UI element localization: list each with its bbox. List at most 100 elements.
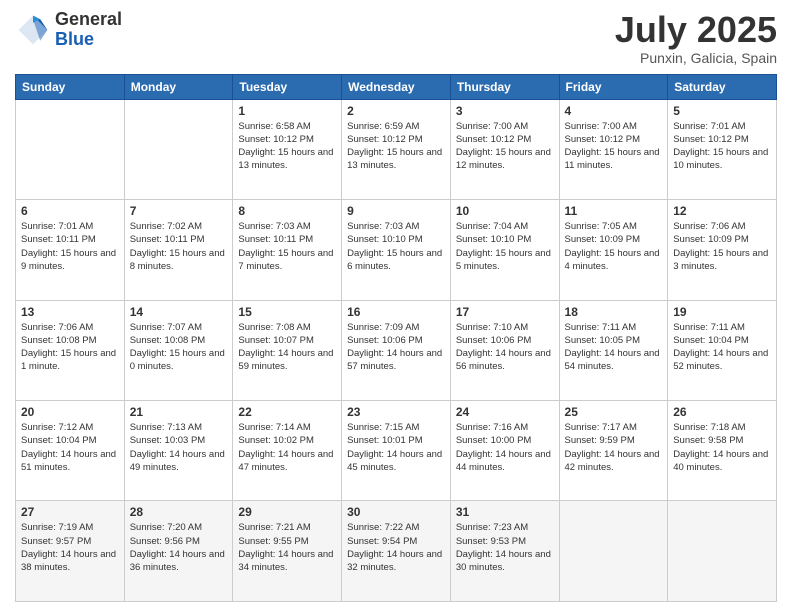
day-cell: 26 Sunrise: 7:18 AM Sunset: 9:58 PM Dayli… [668,401,777,501]
day-number: 18 [565,305,663,319]
day-info: Sunrise: 7:12 AM Sunset: 10:04 PM Daylig… [21,421,119,474]
day-cell: 3 Sunrise: 7:00 AM Sunset: 10:12 PM Dayli… [450,99,559,199]
day-cell: 12 Sunrise: 7:06 AM Sunset: 10:09 PM Dayl… [668,200,777,300]
day-cell: 20 Sunrise: 7:12 AM Sunset: 10:04 PM Dayl… [16,401,125,501]
calendar-body: 1Sunrise: 6:58 AM Sunset: 10:12 PM Dayli… [16,99,777,601]
day-number: 26 [673,405,771,419]
day-number: 13 [21,305,119,319]
day-number: 28 [130,505,228,519]
logo-general: General [55,10,122,30]
day-info: Sunrise: 7:10 AM Sunset: 10:06 PM Daylig… [456,321,554,374]
day-number: 11 [565,204,663,218]
day-number: 6 [21,204,119,218]
week-row-3: 13 Sunrise: 7:06 AM Sunset: 10:08 PM Dayl… [16,300,777,400]
day-number: 8 [238,204,336,218]
day-info: Sunrise: 7:01 AM Sunset: 10:12 PM Daylig… [673,120,771,173]
col-tuesday: Tuesday [233,74,342,99]
title-block: July 2025 Punxin, Galicia, Spain [615,10,777,66]
day-info: Sunrise: 7:17 AM Sunset: 9:59 PM Dayligh… [565,421,663,474]
col-thursday: Thursday [450,74,559,99]
day-cell: 6Sunrise: 7:01 AM Sunset: 10:11 PM Dayli… [16,200,125,300]
week-row-5: 27 Sunrise: 7:19 AM Sunset: 9:57 PM Dayli… [16,501,777,602]
day-number: 2 [347,104,445,118]
day-number: 16 [347,305,445,319]
day-cell: 24Sunrise: 7:16 AM Sunset: 10:00 PM Dayl… [450,401,559,501]
day-number: 4 [565,104,663,118]
day-number: 19 [673,305,771,319]
day-number: 20 [21,405,119,419]
day-info: Sunrise: 7:21 AM Sunset: 9:55 PM Dayligh… [238,521,336,574]
col-friday: Friday [559,74,668,99]
day-info: Sunrise: 7:09 AM Sunset: 10:06 PM Daylig… [347,321,445,374]
day-cell: 22 Sunrise: 7:14 AM Sunset: 10:02 PM Dayl… [233,401,342,501]
col-monday: Monday [124,74,233,99]
day-number: 27 [21,505,119,519]
day-number: 30 [347,505,445,519]
day-info: Sunrise: 7:15 AM Sunset: 10:01 PM Daylig… [347,421,445,474]
week-row-2: 6Sunrise: 7:01 AM Sunset: 10:11 PM Dayli… [16,200,777,300]
day-info: Sunrise: 7:06 AM Sunset: 10:08 PM Daylig… [21,321,119,374]
day-number: 15 [238,305,336,319]
day-info: Sunrise: 6:59 AM Sunset: 10:12 PM Daylig… [347,120,445,173]
day-info: Sunrise: 6:58 AM Sunset: 10:12 PM Daylig… [238,120,336,173]
day-info: Sunrise: 7:16 AM Sunset: 10:00 PM Daylig… [456,421,554,474]
col-saturday: Saturday [668,74,777,99]
day-cell: 4 Sunrise: 7:00 AM Sunset: 10:12 PM Dayli… [559,99,668,199]
header: General Blue July 2025 Punxin, Galicia, … [15,10,777,66]
day-info: Sunrise: 7:18 AM Sunset: 9:58 PM Dayligh… [673,421,771,474]
day-cell: 11 Sunrise: 7:05 AM Sunset: 10:09 PM Dayl… [559,200,668,300]
day-cell: 27 Sunrise: 7:19 AM Sunset: 9:57 PM Dayli… [16,501,125,602]
day-number: 14 [130,305,228,319]
day-info: Sunrise: 7:06 AM Sunset: 10:09 PM Daylig… [673,220,771,273]
day-number: 29 [238,505,336,519]
day-cell [124,99,233,199]
day-cell: 7Sunrise: 7:02 AM Sunset: 10:11 PM Dayli… [124,200,233,300]
day-cell [668,501,777,602]
day-info: Sunrise: 7:11 AM Sunset: 10:05 PM Daylig… [565,321,663,374]
day-info: Sunrise: 7:22 AM Sunset: 9:54 PM Dayligh… [347,521,445,574]
day-cell: 10 Sunrise: 7:04 AM Sunset: 10:10 PM Dayl… [450,200,559,300]
day-cell: 19 Sunrise: 7:11 AM Sunset: 10:04 PM Dayl… [668,300,777,400]
day-info: Sunrise: 7:11 AM Sunset: 10:04 PM Daylig… [673,321,771,374]
day-info: Sunrise: 7:03 AM Sunset: 10:11 PM Daylig… [238,220,336,273]
logo-icon [15,12,51,48]
week-row-4: 20 Sunrise: 7:12 AM Sunset: 10:04 PM Dayl… [16,401,777,501]
day-number: 12 [673,204,771,218]
day-cell: 1Sunrise: 6:58 AM Sunset: 10:12 PM Dayli… [233,99,342,199]
day-info: Sunrise: 7:13 AM Sunset: 10:03 PM Daylig… [130,421,228,474]
day-info: Sunrise: 7:05 AM Sunset: 10:09 PM Daylig… [565,220,663,273]
header-row: Sunday Monday Tuesday Wednesday Thursday… [16,74,777,99]
day-cell: 23 Sunrise: 7:15 AM Sunset: 10:01 PM Dayl… [342,401,451,501]
day-cell: 13 Sunrise: 7:06 AM Sunset: 10:08 PM Dayl… [16,300,125,400]
day-cell: 5Sunrise: 7:01 AM Sunset: 10:12 PM Dayli… [668,99,777,199]
day-info: Sunrise: 7:20 AM Sunset: 9:56 PM Dayligh… [130,521,228,574]
location: Punxin, Galicia, Spain [615,50,777,66]
day-number: 10 [456,204,554,218]
day-number: 23 [347,405,445,419]
day-cell: 18 Sunrise: 7:11 AM Sunset: 10:05 PM Dayl… [559,300,668,400]
logo-text: General Blue [55,10,122,50]
day-number: 9 [347,204,445,218]
day-cell: 16 Sunrise: 7:09 AM Sunset: 10:06 PM Dayl… [342,300,451,400]
day-info: Sunrise: 7:00 AM Sunset: 10:12 PM Daylig… [565,120,663,173]
day-info: Sunrise: 7:19 AM Sunset: 9:57 PM Dayligh… [21,521,119,574]
day-cell: 8 Sunrise: 7:03 AM Sunset: 10:11 PM Dayli… [233,200,342,300]
day-number: 22 [238,405,336,419]
day-number: 3 [456,104,554,118]
day-cell: 21Sunrise: 7:13 AM Sunset: 10:03 PM Dayl… [124,401,233,501]
day-number: 31 [456,505,554,519]
calendar-table: Sunday Monday Tuesday Wednesday Thursday… [15,74,777,602]
day-cell: 15Sunrise: 7:08 AM Sunset: 10:07 PM Dayl… [233,300,342,400]
day-info: Sunrise: 7:04 AM Sunset: 10:10 PM Daylig… [456,220,554,273]
day-info: Sunrise: 7:00 AM Sunset: 10:12 PM Daylig… [456,120,554,173]
day-info: Sunrise: 7:14 AM Sunset: 10:02 PM Daylig… [238,421,336,474]
day-cell: 25Sunrise: 7:17 AM Sunset: 9:59 PM Dayli… [559,401,668,501]
col-sunday: Sunday [16,74,125,99]
logo-blue: Blue [55,30,122,50]
week-row-1: 1Sunrise: 6:58 AM Sunset: 10:12 PM Dayli… [16,99,777,199]
day-info: Sunrise: 7:23 AM Sunset: 9:53 PM Dayligh… [456,521,554,574]
day-cell: 17Sunrise: 7:10 AM Sunset: 10:06 PM Dayl… [450,300,559,400]
day-cell: 9Sunrise: 7:03 AM Sunset: 10:10 PM Dayli… [342,200,451,300]
day-info: Sunrise: 7:02 AM Sunset: 10:11 PM Daylig… [130,220,228,273]
day-cell [559,501,668,602]
